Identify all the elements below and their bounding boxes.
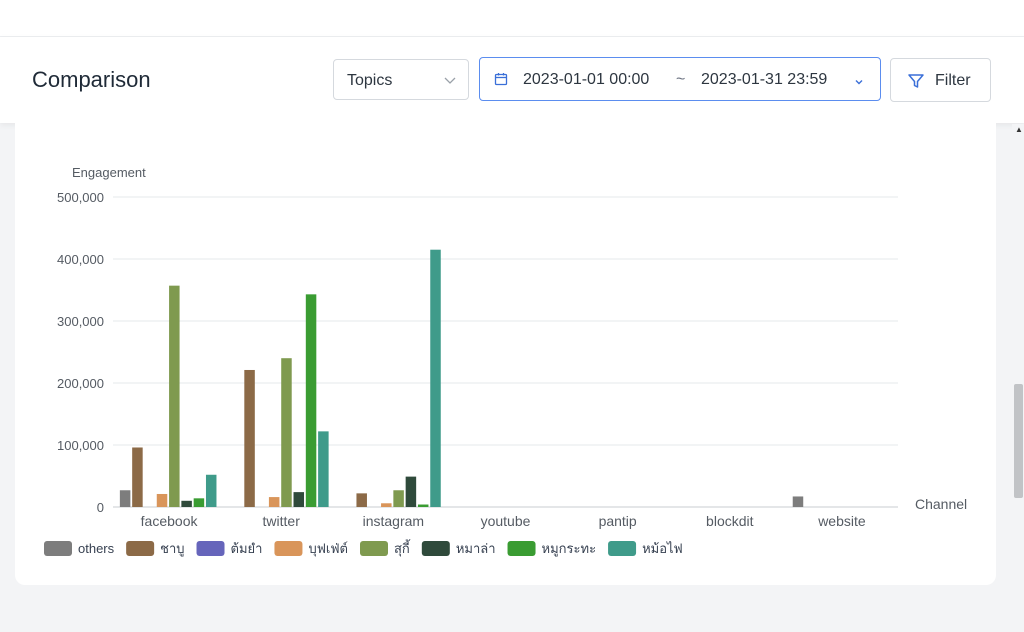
bar	[417, 504, 429, 507]
x-tick-label: facebook	[141, 513, 199, 529]
legend-item: บุฟเฟ่ต์	[308, 541, 348, 557]
legend-swatch	[507, 541, 536, 556]
bar	[205, 474, 217, 507]
legend-swatch	[608, 541, 637, 556]
y-tick-label: 500,000	[57, 190, 104, 205]
y-tick-label: 100,000	[57, 438, 104, 453]
legend-swatch	[126, 541, 155, 556]
legend-item: ต้มยำ	[231, 541, 263, 556]
legend-swatch	[274, 541, 303, 556]
x-tick-label: blockdit	[706, 513, 754, 529]
legend-item: หมูกระทะ	[542, 541, 597, 557]
legend-item: หม้อไฟ	[642, 541, 683, 556]
y-tick-label: 0	[97, 500, 104, 515]
bar	[393, 490, 404, 507]
scroll-up-icon[interactable]: ▲	[1015, 126, 1023, 134]
legend-swatch	[196, 541, 225, 556]
bar	[132, 447, 143, 507]
bar	[181, 500, 192, 507]
legend-swatch	[44, 541, 72, 556]
engagement-chart: 0 100,000 200,000 300,000 400,000 500,000 Enga…	[44, 165, 967, 557]
bar	[156, 493, 168, 507]
bar	[430, 249, 441, 507]
bar	[119, 490, 131, 507]
legend-item: others	[78, 541, 115, 556]
bar	[281, 358, 292, 507]
legend-swatch	[360, 541, 388, 556]
x-tick-label: instagram	[363, 513, 424, 529]
y-axis-title: Engagement	[72, 165, 146, 180]
legend-swatch	[421, 541, 450, 556]
y-tick-label: 300,000	[57, 314, 104, 329]
bar	[244, 369, 255, 507]
bar	[318, 431, 329, 507]
x-tick-label: website	[817, 513, 866, 529]
x-tick-label: twitter	[263, 513, 301, 529]
bar	[792, 496, 804, 507]
scrollbar-thumb[interactable]	[1014, 384, 1023, 498]
legend-item: สุกี้	[394, 539, 411, 557]
bar	[169, 285, 180, 507]
bar	[356, 493, 367, 507]
scrollbar-track[interactable]	[1012, 124, 1024, 632]
legend-item: ชาบู	[160, 541, 184, 557]
bar	[405, 476, 417, 507]
bar	[193, 498, 205, 507]
x-tick-label: pantip	[599, 513, 637, 529]
y-tick-label: 400,000	[57, 252, 104, 267]
x-axis-title: Channel	[915, 496, 967, 512]
y-tick-label: 200,000	[57, 376, 104, 391]
bar	[268, 497, 280, 507]
legend-item: หมาล่า	[456, 541, 496, 556]
bar	[305, 294, 317, 507]
bar	[381, 503, 392, 507]
x-tick-label: youtube	[481, 513, 531, 529]
bar	[293, 492, 305, 507]
